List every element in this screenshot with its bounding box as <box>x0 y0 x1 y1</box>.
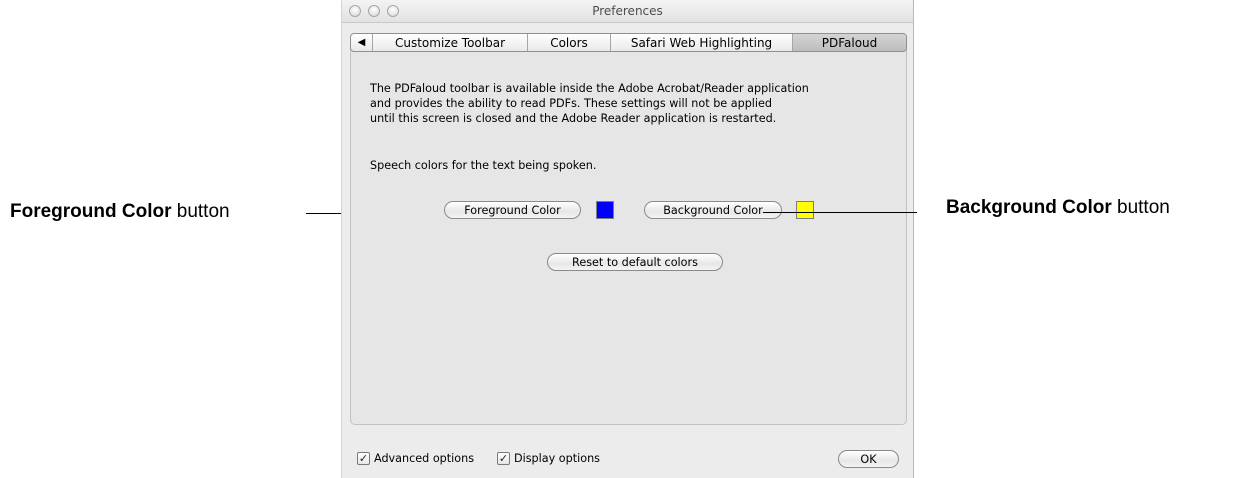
background-callout-bold: Background Color <box>946 197 1112 218</box>
panel-description: The PDFaloud toolbar is available inside… <box>370 81 890 126</box>
window-title: Preferences <box>592 4 663 18</box>
description-line: The PDFaloud toolbar is available inside… <box>370 82 809 95</box>
background-callout-label: Background Color button <box>946 197 1170 219</box>
background-callout-line <box>763 212 917 213</box>
background-callout-rest: button <box>1111 197 1170 218</box>
title-bar: Preferences <box>342 0 913 23</box>
preferences-window: Preferences ◀ Customize Toolbar Colors S… <box>341 0 914 478</box>
foreground-callout-label: Foreground Color button <box>10 201 230 223</box>
ok-button[interactable]: OK <box>838 450 899 468</box>
reset-default-colors-button[interactable]: Reset to default colors <box>547 253 723 271</box>
foreground-callout-rest: button <box>171 201 230 222</box>
foreground-color-button[interactable]: Foreground Color <box>444 201 581 219</box>
tab-safari-web-highlighting[interactable]: Safari Web Highlighting <box>611 34 793 51</box>
advanced-options-check-icon[interactable]: ✓ <box>357 452 370 465</box>
background-color-button[interactable]: Background Color <box>644 201 782 219</box>
advanced-options-label: Advanced options <box>374 452 475 465</box>
display-options-checkbox[interactable]: ✓ Display options <box>497 452 600 465</box>
pdfaloud-panel: The PDFaloud toolbar is available inside… <box>350 43 907 425</box>
description-line: and provides the ability to read PDFs. T… <box>370 97 772 110</box>
display-options-label: Display options <box>514 452 600 465</box>
tab-pdfaloud[interactable]: PDFaloud <box>793 34 906 51</box>
tab-bar: ◀ Customize Toolbar Colors Safari Web Hi… <box>350 33 907 52</box>
speech-colors-label: Speech colors for the text being spoken. <box>370 159 597 172</box>
description-line: until this screen is closed and the Adob… <box>370 112 777 125</box>
background-color-swatch[interactable] <box>796 201 814 219</box>
display-options-check-icon[interactable]: ✓ <box>497 452 510 465</box>
tab-colors[interactable]: Colors <box>528 34 611 51</box>
foreground-color-swatch[interactable] <box>596 201 614 219</box>
tab-scroll-left-button[interactable]: ◀ <box>351 34 373 51</box>
foreground-callout-bold: Foreground Color <box>10 201 172 222</box>
advanced-options-checkbox[interactable]: ✓ Advanced options <box>357 452 474 465</box>
tab-customize-toolbar[interactable]: Customize Toolbar <box>373 34 528 51</box>
